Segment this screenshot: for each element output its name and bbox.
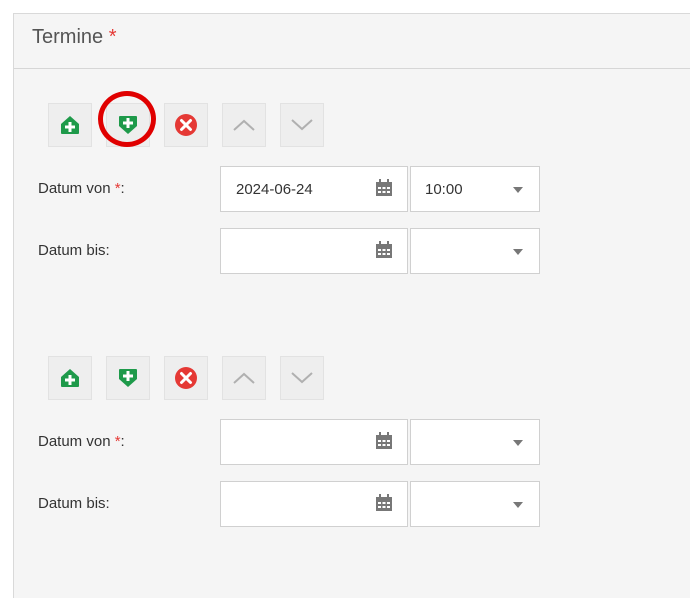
move-down-button[interactable] [280,103,324,147]
add-above-button[interactable] [48,356,92,400]
move-down-icon [291,372,313,384]
add-below-button[interactable] [106,103,150,147]
date-to-input[interactable] [220,228,408,274]
delete-icon [175,114,197,136]
date-to-label: Datum bis: [38,495,110,512]
date-to-input[interactable] [220,481,408,527]
date-from-label: Datum von *: [38,180,125,197]
add-below-icon [119,116,137,134]
panel-header: Termine * [14,14,690,69]
time-from-select[interactable] [410,419,540,465]
delete-icon [175,367,197,389]
time-from-value: 10:00 [425,181,463,198]
add-above-icon [61,369,79,387]
calendar-icon[interactable] [375,432,393,450]
required-marker: * [108,26,117,48]
date-from-input[interactable] [220,419,408,465]
move-down-button[interactable] [280,356,324,400]
date-from-value: 2024-06-24 [236,181,313,198]
add-above-button[interactable] [48,103,92,147]
chevron-down-icon [513,502,523,508]
move-down-icon [291,119,313,131]
add-below-icon [119,369,137,387]
chevron-down-icon [513,249,523,255]
add-above-icon [61,116,79,134]
termine-panel: Termine * Datum von *: 2024-06-24 10:00 … [13,13,690,598]
chevron-down-icon [513,440,523,446]
delete-button[interactable] [164,356,208,400]
move-up-button[interactable] [222,356,266,400]
chevron-down-icon [513,187,523,193]
calendar-icon[interactable] [375,179,393,197]
add-below-button[interactable] [106,356,150,400]
move-up-icon [233,372,255,384]
delete-button[interactable] [164,103,208,147]
date-from-label: Datum von *: [38,433,125,450]
calendar-icon[interactable] [375,241,393,259]
date-to-label: Datum bis: [38,242,110,259]
date-from-input[interactable]: 2024-06-24 [220,166,408,212]
section-title: Termine [32,26,104,48]
calendar-icon[interactable] [375,494,393,512]
time-to-select[interactable] [410,228,540,274]
time-from-select[interactable]: 10:00 [410,166,540,212]
time-to-select[interactable] [410,481,540,527]
move-up-button[interactable] [222,103,266,147]
move-up-icon [233,119,255,131]
